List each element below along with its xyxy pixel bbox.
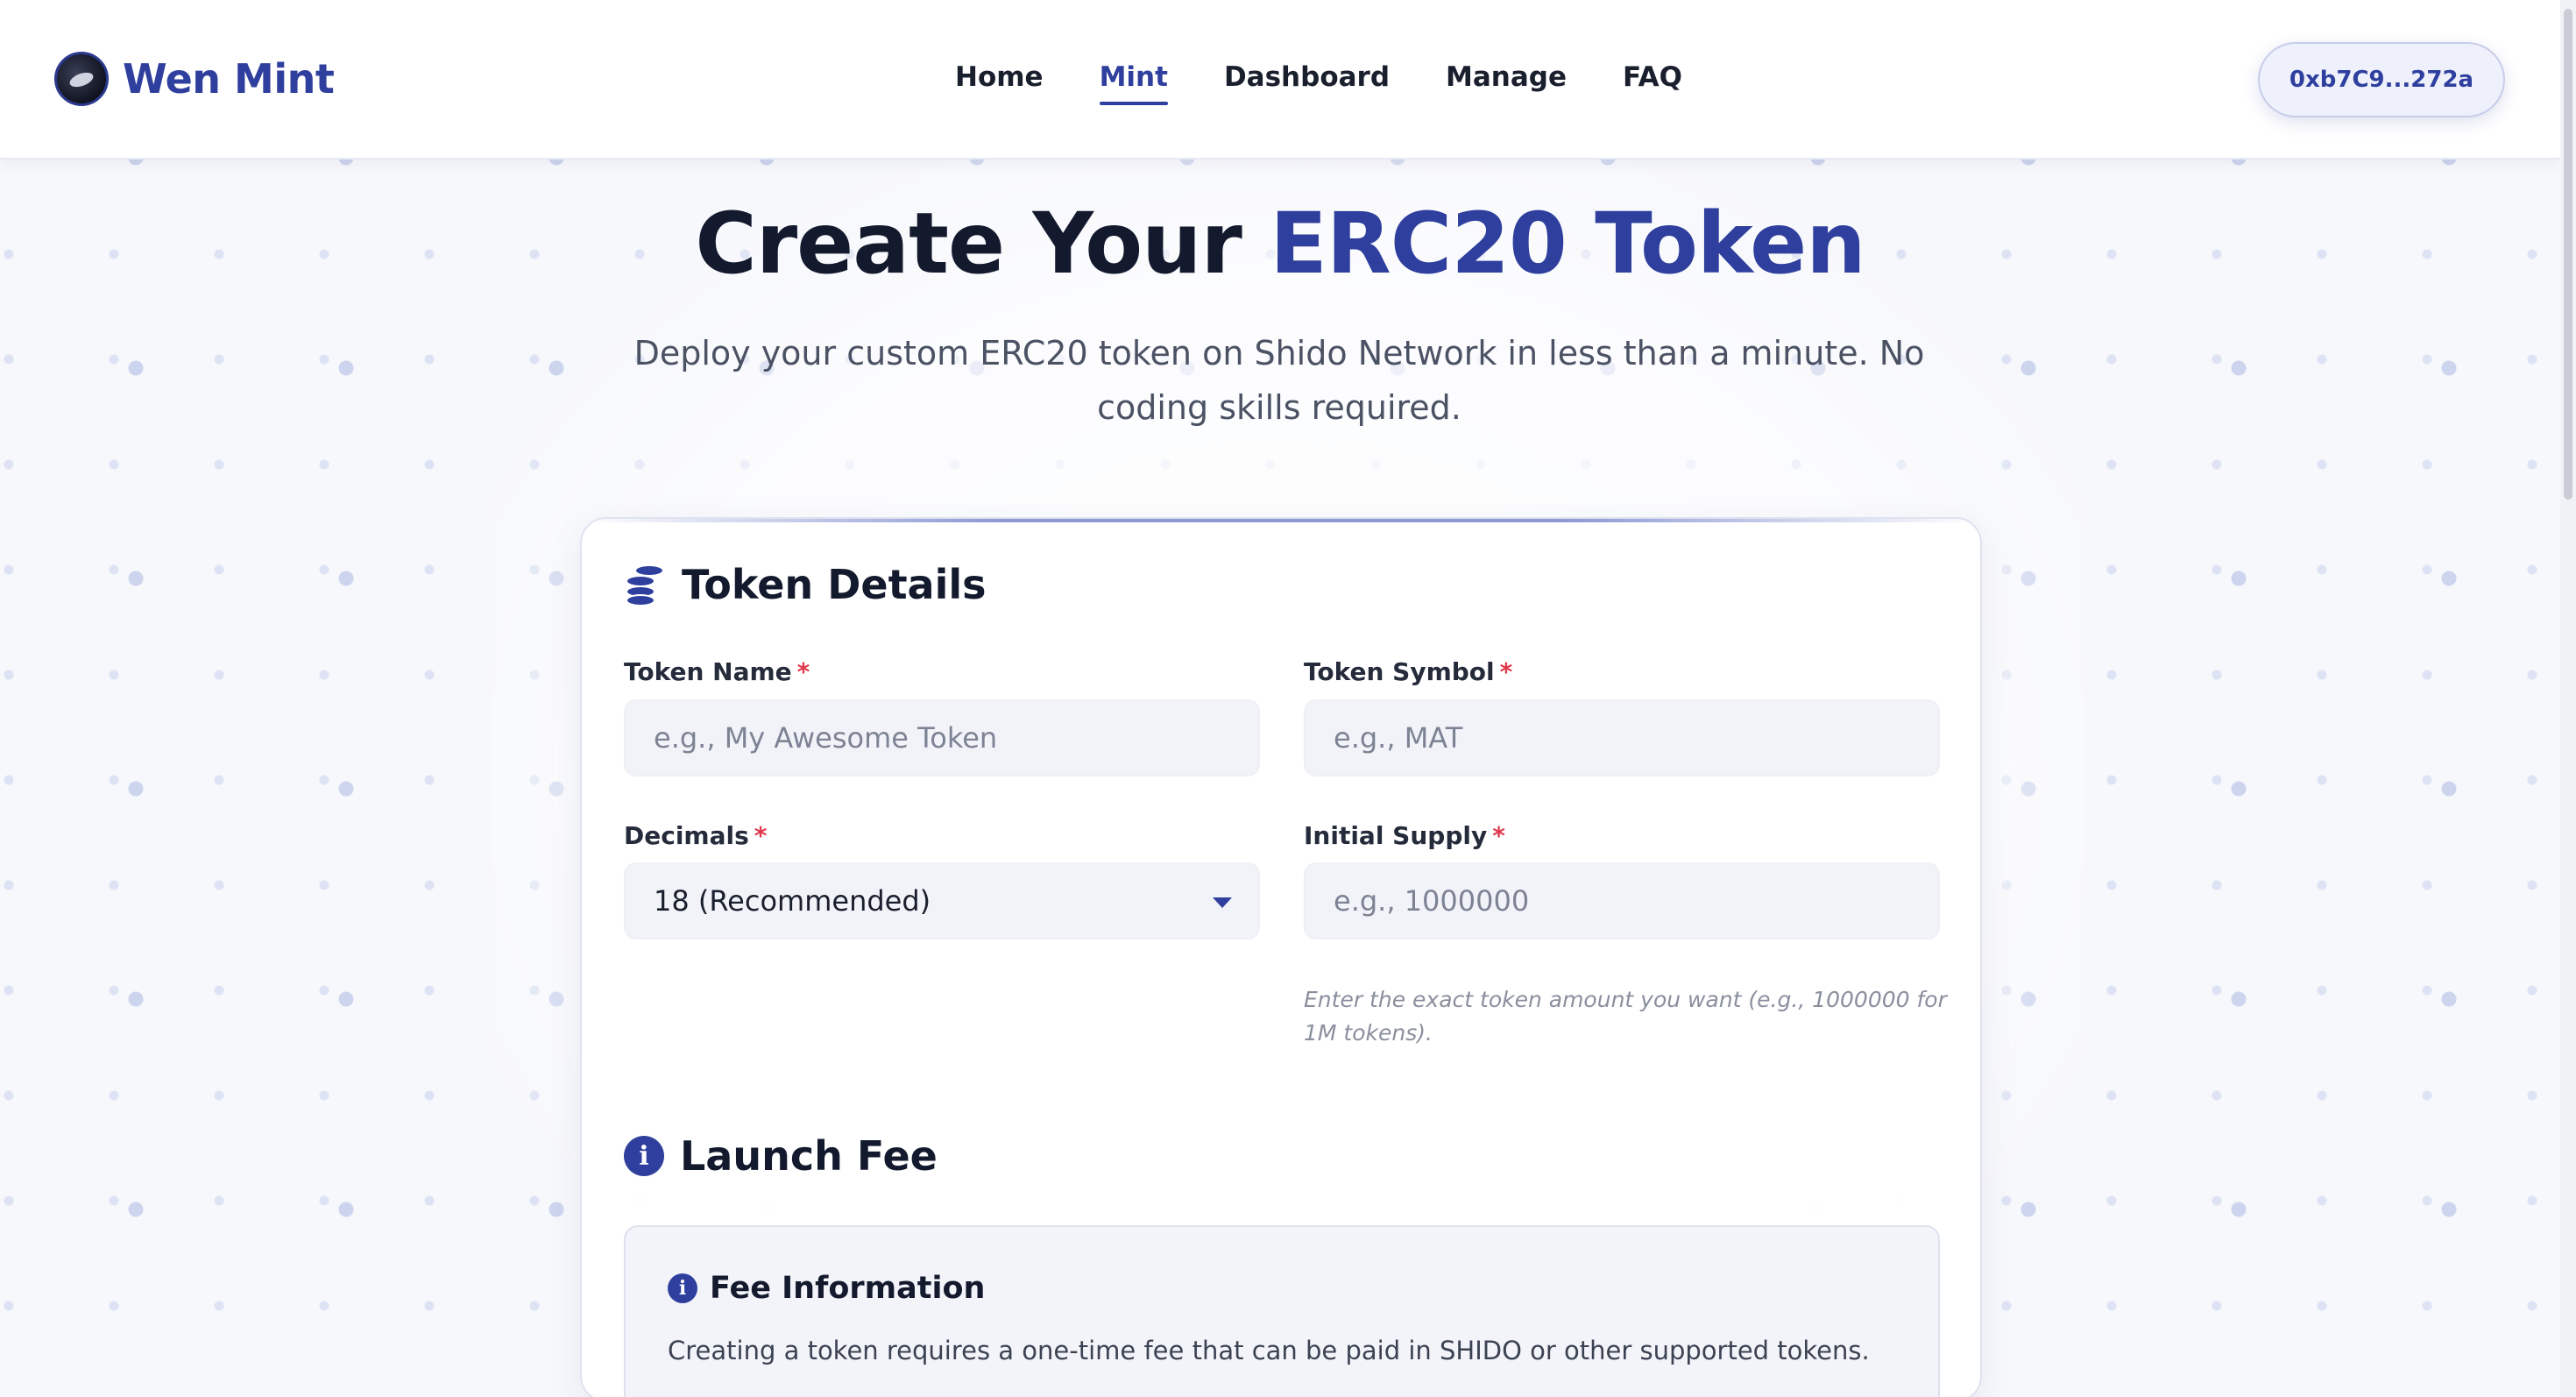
brand[interactable]: Wen Mint [54,52,335,106]
token-form-card: Token Details Token Name * e.g., My Aweso… [580,517,1982,1397]
token-details-heading: Token Details [622,561,987,608]
required-asterisk: * [1492,821,1505,850]
token-symbol-input[interactable]: e.g., MAT [1304,699,1940,777]
token-name-input[interactable]: e.g., My Awesome Token [624,699,1260,777]
planet-logo-icon [54,52,109,106]
launch-fee-title: Launch Fee [680,1132,938,1180]
coin-shape [626,594,655,606]
token-symbol-label: Token Symbol * [1304,657,1512,686]
token-name-label: Token Name * [624,657,810,686]
fee-information-heading: i Fee Information [668,1271,985,1306]
initial-supply-hint: Enter the exact token amount you want (e… [1304,987,1947,1046]
fee-information-title: Fee Information [710,1271,986,1306]
main-nav: Home Mint Dashboard Manage FAQ [955,61,1682,105]
page-title-prefix: Create Your [695,195,1242,293]
brand-name: Wen Mint [123,55,335,103]
initial-supply-label-text: Initial Supply [1304,821,1488,850]
launch-fee-heading: i Launch Fee [624,1132,938,1180]
decimals-label-text: Decimals [624,821,749,850]
top-navbar: Wen Mint Home Mint Dashboard Manage FAQ … [0,0,2560,160]
info-icon: i [668,1273,697,1303]
nav-link-manage[interactable]: Manage [1446,61,1567,105]
token-symbol-label-text: Token Symbol [1304,657,1495,686]
nav-link-home[interactable]: Home [955,61,1044,105]
required-asterisk: * [754,821,768,850]
info-icon: i [624,1136,664,1176]
nav-link-mint[interactable]: Mint [1099,61,1169,105]
coins-icon [622,563,666,606]
scrollbar-thumb[interactable] [2564,9,2572,500]
fee-information-box: i Fee Information Creating a token requi… [624,1225,1940,1397]
decimals-label: Decimals * [624,821,767,850]
decimals-select[interactable]: 18 (Recommended) [624,862,1260,940]
nav-link-dashboard[interactable]: Dashboard [1224,61,1390,105]
page-title: Create Your ERC20 Token [0,195,2560,293]
chevron-down-icon [1213,897,1232,908]
initial-supply-input[interactable]: e.g., 1000000 [1304,862,1940,940]
page-scrollbar[interactable] [2560,0,2576,1397]
required-asterisk: * [1499,657,1513,686]
required-asterisk: * [796,657,810,686]
page-title-accent: ERC20 Token [1270,195,1865,293]
decimals-selected-value: 18 (Recommended) [654,884,931,918]
nav-link-faq[interactable]: FAQ [1623,61,1682,105]
wallet-address-button[interactable]: 0xb7C9...272a [2258,42,2505,117]
fee-information-text: Creating a token requires a one-time fee… [668,1336,1870,1365]
token-name-label-text: Token Name [624,657,792,686]
token-details-title: Token Details [682,561,987,608]
page-subtitle: Deploy your custom ERC20 token on Shido … [633,334,1925,427]
initial-supply-label: Initial Supply * [1304,821,1505,850]
